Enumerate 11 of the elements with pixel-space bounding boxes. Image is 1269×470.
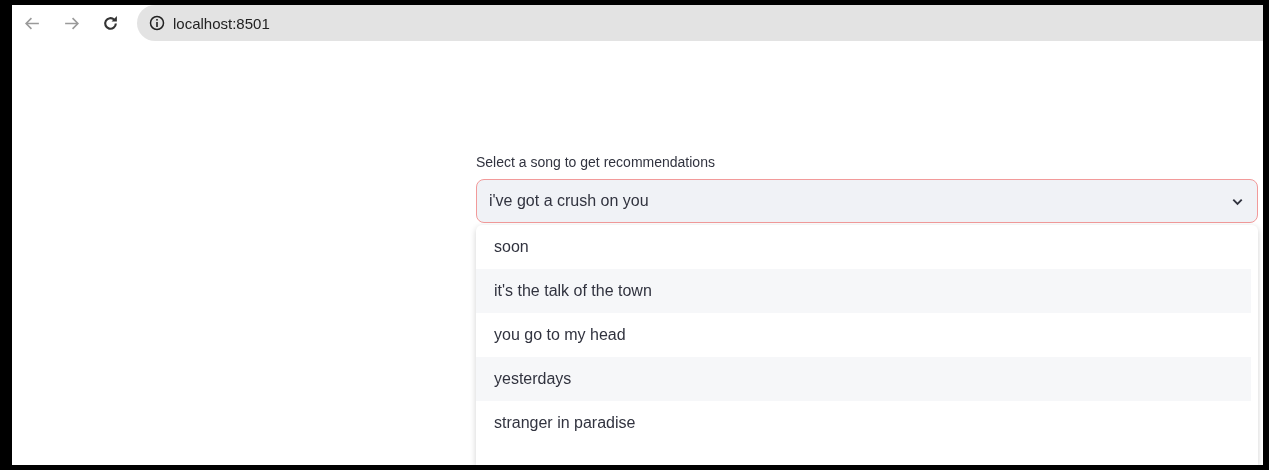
dropdown-option[interactable]: soon bbox=[476, 225, 1251, 269]
dropdown-option[interactable]: you go to my head bbox=[476, 313, 1251, 357]
address-bar[interactable]: localhost:8501 bbox=[137, 5, 1263, 41]
url-text: localhost:8501 bbox=[173, 14, 270, 32]
song-select[interactable]: i've got a crush on you bbox=[476, 179, 1258, 223]
dropdown-option[interactable]: stranger in paradise bbox=[476, 401, 1251, 445]
info-icon bbox=[149, 15, 165, 31]
dropdown-option[interactable]: yesterdays bbox=[476, 357, 1251, 401]
reload-icon[interactable] bbox=[102, 14, 119, 32]
select-label: Select a song to get recommendations bbox=[476, 154, 715, 170]
dropdown-option[interactable]: it's the talk of the town bbox=[476, 269, 1251, 313]
